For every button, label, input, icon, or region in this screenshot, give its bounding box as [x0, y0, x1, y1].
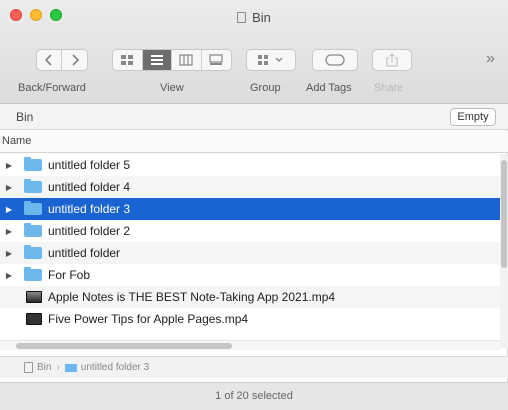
disclosure-triangle-icon[interactable]: ▶	[2, 249, 16, 258]
disclosure-triangle-icon[interactable]: ▶	[2, 161, 16, 170]
view-control	[112, 49, 232, 71]
breadcrumb-separator: ›	[56, 362, 60, 373]
group-control[interactable]	[246, 49, 296, 71]
back-forward-control	[36, 49, 88, 71]
item-name: untitled folder 4	[48, 180, 131, 194]
group-label: Group	[250, 82, 281, 94]
column-view-button[interactable]	[172, 50, 202, 70]
breadcrumb-current[interactable]: untitled folder 3	[81, 362, 149, 373]
share-label: Share	[374, 82, 404, 94]
window-title-text: Bin	[252, 10, 271, 25]
forward-button[interactable]	[62, 50, 87, 70]
folder-icon	[24, 223, 42, 237]
toolbar-overflow-button[interactable]: »	[486, 50, 495, 68]
folder-icon	[64, 363, 77, 372]
tag-icon	[325, 54, 345, 66]
list-item[interactable]: Apple Notes is THE BEST Note-Taking App …	[0, 286, 500, 308]
list-view-button[interactable]	[142, 50, 172, 70]
path-bar-label: Bin	[16, 110, 34, 124]
item-name: untitled folder 5	[48, 158, 131, 172]
trash-icon	[237, 12, 247, 23]
column-header: Name	[0, 131, 508, 153]
breadcrumb-root[interactable]: Bin	[37, 362, 51, 373]
item-name: untitled folder	[48, 246, 121, 260]
list-icon	[150, 55, 163, 65]
icon-view-button[interactable]	[113, 50, 143, 70]
vertical-scrollbar-thumb[interactable]	[501, 160, 507, 268]
folder-icon	[24, 201, 42, 215]
name-column-header[interactable]: Name	[2, 135, 31, 147]
window-title: Bin	[0, 10, 508, 25]
list-item[interactable]: ▶ untitled folder 4	[0, 176, 500, 198]
add-tags-control[interactable]	[312, 49, 358, 71]
disclosure-triangle-icon[interactable]: ▶	[2, 205, 16, 214]
add-tags-button[interactable]	[313, 50, 357, 70]
horizontal-scrollbar-thumb[interactable]	[16, 343, 232, 349]
group-button[interactable]	[247, 50, 295, 70]
columns-icon	[179, 54, 193, 66]
list-item[interactable]: ▶ untitled folder	[0, 242, 500, 264]
toolbar: Bin » Back/Forward View Group Add Tags S…	[0, 0, 508, 104]
status-text: 1 of 20 selected	[215, 390, 293, 402]
disclosure-triangle-icon[interactable]: ▶	[2, 271, 16, 280]
view-label: View	[160, 82, 184, 94]
video-file-icon	[26, 313, 42, 325]
grid-icon	[121, 55, 134, 65]
gallery-icon	[209, 54, 223, 65]
empty-bin-button[interactable]: Empty	[450, 108, 496, 126]
folder-icon	[24, 157, 42, 171]
item-name: For Fob	[48, 268, 91, 282]
share-control[interactable]	[372, 49, 412, 71]
item-name: Apple Notes is THE BEST Note-Taking App …	[48, 290, 336, 304]
group-grid-chevron-icon	[258, 55, 283, 65]
share-icon	[386, 53, 398, 67]
back-forward-label: Back/Forward	[18, 82, 86, 94]
breadcrumb: Bin › untitled folder 3	[0, 356, 508, 378]
item-name: untitled folder 2	[48, 224, 131, 238]
folder-icon	[24, 179, 42, 193]
trash-icon	[24, 362, 33, 373]
finder-window: Bin » Back/Forward View Group Add Tags S…	[0, 0, 508, 410]
list-item-selected[interactable]: ▶ untitled folder 3	[0, 198, 500, 220]
add-tags-label: Add Tags	[306, 82, 352, 94]
gallery-view-button[interactable]	[202, 50, 231, 70]
path-bar: Bin Empty	[0, 104, 508, 130]
status-bar: 1 of 20 selected	[0, 382, 508, 410]
list-item[interactable]: Five Power Tips for Apple Pages.mp4	[0, 308, 500, 330]
share-button[interactable]	[373, 50, 411, 70]
item-name: Five Power Tips for Apple Pages.mp4	[48, 312, 249, 326]
file-list: ▶ untitled folder 5 ▶ untitled folder 4 …	[0, 154, 500, 348]
list-item[interactable]: ▶ untitled folder 2	[0, 220, 500, 242]
disclosure-triangle-icon[interactable]: ▶	[2, 183, 16, 192]
disclosure-triangle-icon[interactable]: ▶	[2, 227, 16, 236]
video-file-icon	[26, 291, 42, 303]
folder-icon	[24, 267, 42, 281]
back-button[interactable]	[37, 50, 63, 70]
item-name: untitled folder 3	[48, 202, 131, 216]
list-item[interactable]: ▶ untitled folder 5	[0, 154, 500, 176]
list-item[interactable]: ▶ For Fob	[0, 264, 500, 286]
chevron-left-icon	[45, 54, 52, 66]
folder-icon	[24, 245, 42, 259]
chevron-right-icon	[71, 54, 79, 66]
